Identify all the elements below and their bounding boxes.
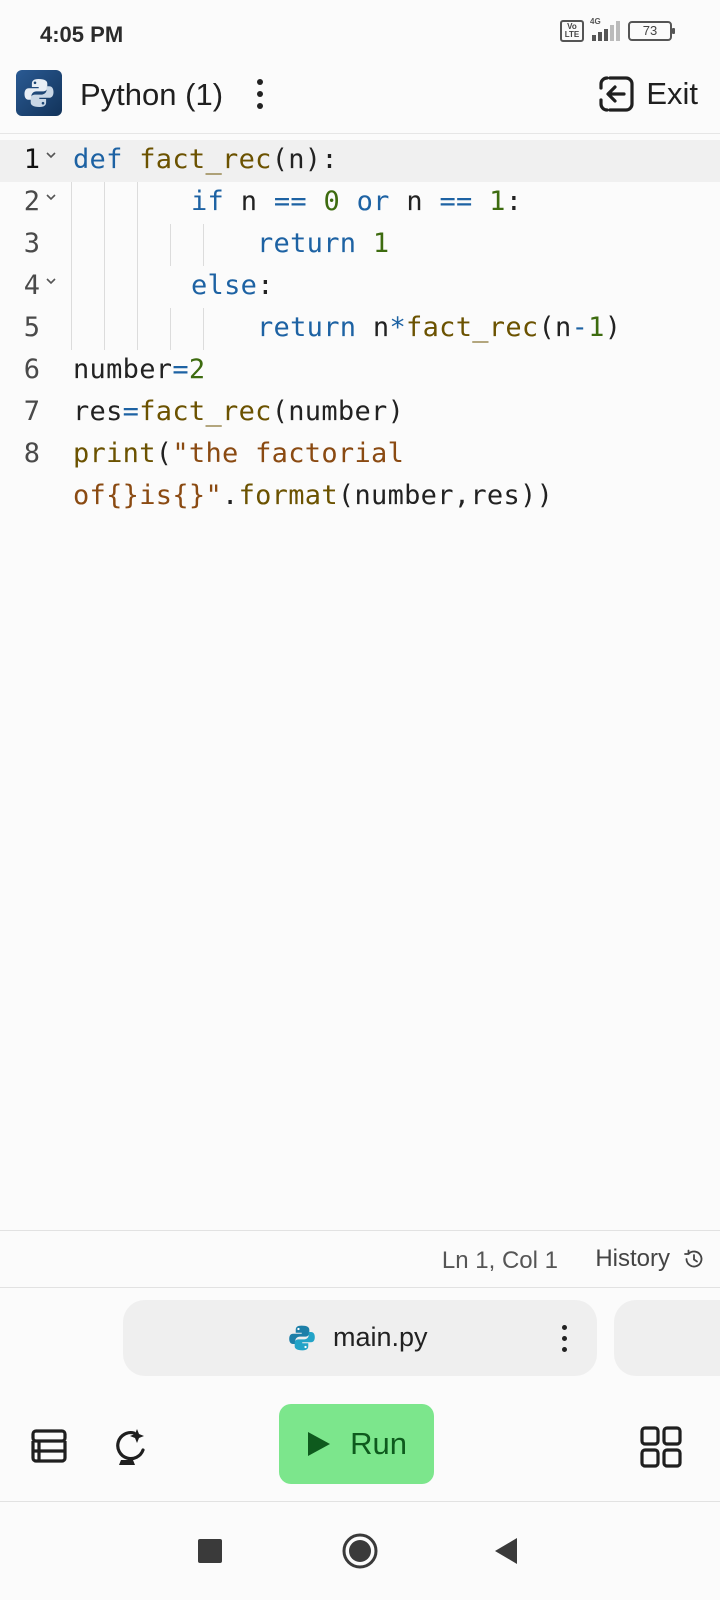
- status-icons: Vo LTE 4G 73: [560, 17, 675, 42]
- home-circle-icon[interactable]: [339, 1531, 381, 1571]
- recents-square-icon[interactable]: [190, 1531, 230, 1571]
- file-tabs: main.py: [0, 1288, 720, 1388]
- line-number: 1: [23, 144, 40, 175]
- file-name: main.py: [333, 1322, 428, 1352]
- line-number: 2: [23, 186, 40, 217]
- code-line[interactable]: 5 return n*fact_rec(n-1): [0, 308, 720, 350]
- signal-icon: 4G: [590, 17, 620, 41]
- history-button[interactable]: History: [595, 1243, 706, 1275]
- status-bar: 4:05 PM Vo LTE 4G 73: [0, 0, 720, 66]
- line-number: 5: [23, 312, 40, 343]
- code-line[interactable]: 4 else:: [0, 266, 720, 308]
- file-options-icon[interactable]: [559, 1320, 569, 1356]
- code-text: return 1: [257, 228, 390, 259]
- app-header: Python (1) Exit: [0, 66, 720, 134]
- python-logo-icon[interactable]: [16, 70, 62, 116]
- code-text: def fact_rec(n):: [73, 144, 338, 175]
- status-time: 4:05 PM: [40, 22, 124, 47]
- play-icon: [308, 1432, 331, 1456]
- exit-button[interactable]: Exit: [596, 72, 698, 116]
- python-file-icon: [289, 1325, 315, 1350]
- file-tab-main-py[interactable]: main.py: [123, 1300, 597, 1376]
- code-line[interactable]: 2 if n == 0 or n == 1:: [0, 182, 720, 224]
- code-text: print("the factorial: [73, 438, 405, 469]
- file-tab-partial[interactable]: [614, 1300, 720, 1376]
- line-number: 7: [23, 396, 40, 427]
- fold-chevron-icon[interactable]: [44, 148, 58, 162]
- ai-assistant-icon[interactable]: [104, 1422, 154, 1472]
- system-nav-bar: [0, 1503, 720, 1600]
- editor-status-bar: Ln 1, Col 1 History: [0, 1230, 720, 1288]
- code-text: number=2: [73, 354, 206, 385]
- layers-icon[interactable]: [24, 1422, 74, 1472]
- exit-label: Exit: [646, 76, 698, 111]
- cursor-position[interactable]: Ln 1, Col 1: [442, 1247, 558, 1275]
- exit-icon: [599, 76, 634, 112]
- code-text: res=fact_rec(number): [73, 396, 405, 427]
- network-type-label: 4G: [590, 17, 601, 26]
- history-icon: [684, 1249, 703, 1268]
- back-triangle-icon[interactable]: [486, 1531, 526, 1571]
- code-line[interactable]: 3 return 1: [0, 224, 720, 266]
- battery-icon: 73: [628, 21, 675, 41]
- code-line[interactable]: 1 def fact_rec(n):: [0, 140, 720, 182]
- code-text: return n*fact_rec(n-1): [257, 312, 622, 343]
- more-options-icon[interactable]: [244, 74, 276, 114]
- line-number: 3: [23, 228, 40, 259]
- history-label: History: [595, 1245, 670, 1272]
- code-text: else:: [191, 270, 274, 301]
- line-number: 4: [23, 270, 40, 301]
- code-text: if n == 0 or n == 1:: [191, 186, 523, 217]
- fold-chevron-icon[interactable]: [44, 190, 58, 204]
- line-number: 6: [23, 354, 40, 385]
- line-number: 8: [23, 438, 40, 469]
- run-button[interactable]: Run: [279, 1404, 434, 1484]
- run-label: Run: [350, 1426, 407, 1461]
- grid-icon[interactable]: [636, 1422, 686, 1472]
- code-line[interactable]: 6 number=2: [0, 350, 720, 392]
- code-editor[interactable]: 1 def fact_rec(n): 2 if n == 0 or n == 1…: [0, 140, 720, 1230]
- fold-chevron-icon[interactable]: [44, 274, 58, 288]
- volte-icon: Vo LTE: [560, 20, 584, 42]
- code-line[interactable]: 8 print("the factorial of{}is{}".format(…: [0, 434, 720, 518]
- bottom-toolbar: Run: [0, 1388, 720, 1502]
- code-line[interactable]: 7 res=fact_rec(number): [0, 392, 720, 434]
- code-text-wrapped: of{}is{}".format(number,res)): [73, 480, 554, 511]
- project-title[interactable]: Python (1): [80, 77, 223, 113]
